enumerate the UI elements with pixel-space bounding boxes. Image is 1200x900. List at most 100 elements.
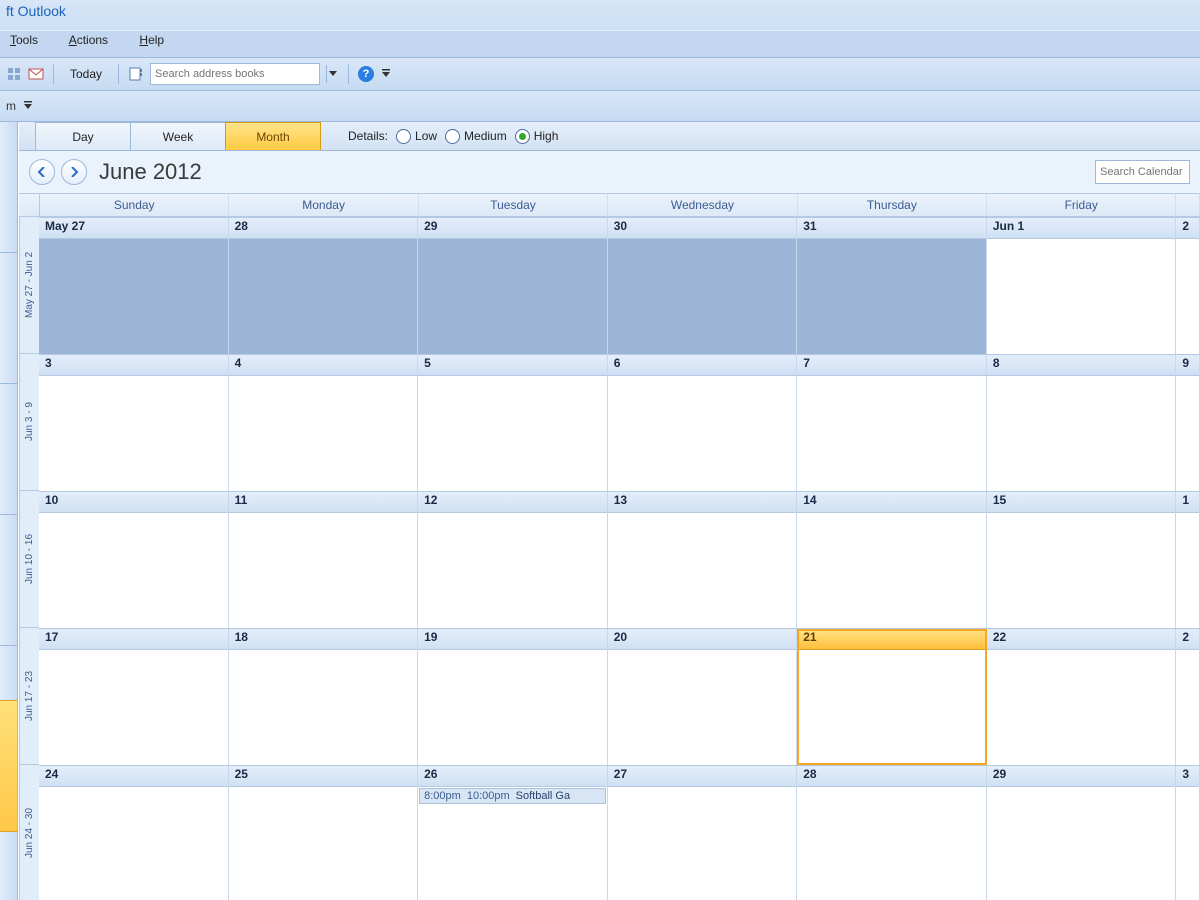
toolbar: Today ? [0, 58, 1200, 91]
day-cell[interactable]: 1 [1176, 492, 1200, 628]
day-cell-header: 29 [987, 766, 1176, 787]
dow-sunday: Sunday [40, 194, 229, 216]
day-cell[interactable]: 22 [987, 629, 1177, 765]
week-label[interactable]: Jun 24 - 30 [19, 765, 39, 900]
day-cell[interactable]: 2 [1176, 629, 1200, 765]
day-cell[interactable]: 29 [987, 766, 1177, 900]
day-cell[interactable]: 3 [1176, 766, 1200, 900]
day-cell[interactable]: 19 [418, 629, 608, 765]
day-cell[interactable]: 12 [418, 492, 608, 628]
day-cell-header: 3 [1176, 766, 1199, 787]
week-label[interactable]: Jun 3 - 9 [19, 354, 39, 491]
menu-actions[interactable]: Actions [69, 33, 122, 47]
day-cell[interactable]: 18 [229, 629, 419, 765]
help-icon[interactable]: ? [358, 66, 374, 82]
day-cell[interactable]: 8 [987, 355, 1177, 491]
day-cell-header: 26 [418, 766, 607, 787]
day-cell[interactable]: 6 [608, 355, 798, 491]
day-cell-header: 25 [229, 766, 418, 787]
month-header: June 2012 [19, 151, 1200, 194]
day-cell-header: 31 [797, 218, 986, 239]
search-calendar-input[interactable] [1095, 160, 1190, 184]
day-cell[interactable]: 30 [608, 218, 798, 354]
day-cell[interactable]: 28 [229, 218, 419, 354]
prev-month-button[interactable] [29, 159, 55, 185]
day-cell[interactable]: 5 [418, 355, 608, 491]
toolbar2-overflow[interactable] [22, 97, 34, 115]
day-cell[interactable]: 28 [797, 766, 987, 900]
menu-tools[interactable]: Tools [10, 33, 52, 47]
menu-help[interactable]: Help [139, 33, 178, 47]
day-cell-header: 3 [39, 355, 228, 376]
day-cell-header: 20 [608, 629, 797, 650]
day-cell[interactable]: 13 [608, 492, 798, 628]
day-cell-header: 14 [797, 492, 986, 513]
day-cell[interactable]: 29 [418, 218, 608, 354]
day-cell-header: 30 [608, 218, 797, 239]
search-dropdown[interactable] [326, 65, 339, 83]
address-book-search[interactable] [150, 63, 320, 85]
day-cell-body [1176, 513, 1199, 628]
detail-high[interactable]: High [515, 129, 559, 144]
day-cell[interactable]: 25 [229, 766, 419, 900]
dow-monday: Monday [229, 194, 418, 216]
toolbar-overflow[interactable] [380, 65, 392, 83]
view-tab-week[interactable]: Week [130, 122, 226, 150]
week-row: 3456789 [39, 354, 1200, 491]
day-cell[interactable]: 24 [39, 766, 229, 900]
day-cell[interactable]: 2 [1176, 218, 1200, 354]
today-marker [0, 700, 17, 832]
day-cell-body [608, 787, 797, 900]
week-label[interactable]: May 27 - Jun 2 [19, 217, 39, 354]
day-cell-body [987, 513, 1176, 628]
day-cell[interactable]: 17 [39, 629, 229, 765]
week-label[interactable]: Jun 10 - 16 [19, 491, 39, 628]
detail-medium[interactable]: Medium [445, 129, 507, 144]
month-title: June 2012 [99, 159, 202, 185]
day-cell-header: 9 [1176, 355, 1199, 376]
day-cell[interactable]: 15 [987, 492, 1177, 628]
day-cell[interactable]: 3 [39, 355, 229, 491]
dow-tuesday: Tuesday [419, 194, 608, 216]
day-cell[interactable]: Jun 1 [987, 218, 1177, 354]
day-cell-body [229, 650, 418, 765]
toolbar-secondary: m [0, 91, 1200, 122]
next-month-button[interactable] [61, 159, 87, 185]
day-cell-body [1176, 376, 1199, 491]
day-cell[interactable]: 31 [797, 218, 987, 354]
day-cell-body [39, 513, 228, 628]
day-cell[interactable]: 11 [229, 492, 419, 628]
view-tab-day[interactable]: Day [35, 122, 131, 150]
day-cell[interactable]: 4 [229, 355, 419, 491]
day-cell-header: 28 [797, 766, 986, 787]
day-cell-header: 15 [987, 492, 1176, 513]
day-cell[interactable]: 20 [608, 629, 798, 765]
day-cell[interactable]: 7 [797, 355, 987, 491]
day-cell[interactable]: 27 [608, 766, 798, 900]
week-row: 2425268:00pm10:00pmSoftball Ga2728293 [39, 765, 1200, 900]
details-group: Details: Low Medium High [348, 122, 558, 150]
day-cell[interactable]: 10 [39, 492, 229, 628]
day-cell-body [418, 513, 607, 628]
day-cell[interactable]: May 27 [39, 218, 229, 354]
day-cell-body [1176, 787, 1199, 900]
address-book-icon[interactable] [128, 66, 144, 82]
day-cell[interactable]: 14 [797, 492, 987, 628]
details-label: Details: [348, 129, 388, 143]
toolbar-icon-2[interactable] [28, 66, 44, 82]
detail-low[interactable]: Low [396, 129, 437, 144]
day-cell[interactable]: 21 [797, 629, 987, 765]
view-tab-month[interactable]: Month [225, 122, 321, 150]
calendar-event[interactable]: 8:00pm10:00pmSoftball Ga [419, 788, 606, 804]
day-cell-body [418, 650, 607, 765]
separator [118, 64, 119, 84]
week-row: 1011121314151 [39, 491, 1200, 628]
week-label[interactable]: Jun 17 - 23 [19, 628, 39, 765]
toolbar-icon-1[interactable] [6, 66, 22, 82]
today-button[interactable]: Today [63, 64, 109, 84]
day-cell-body [987, 650, 1176, 765]
day-cell[interactable]: 9 [1176, 355, 1200, 491]
navigation-pane-collapsed[interactable] [0, 122, 18, 900]
day-cell[interactable]: 268:00pm10:00pmSoftball Ga [418, 766, 608, 900]
day-cell-header: 11 [229, 492, 418, 513]
